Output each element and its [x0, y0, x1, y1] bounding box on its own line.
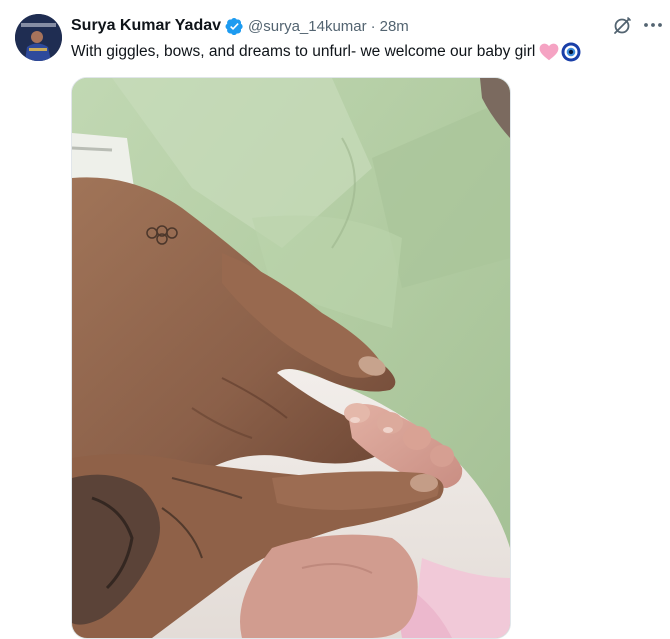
tweet-text-content: With giggles, bows, and dreams to unfurl… [71, 43, 536, 60]
grok-icon[interactable] [612, 16, 632, 36]
pink-heart-icon [539, 43, 559, 61]
author-handle[interactable]: @surya_14kumar [248, 18, 367, 35]
verified-badge-icon [225, 17, 244, 36]
tweet[interactable]: Surya Kumar Yadav @surya_14kumar · 28m W… [0, 0, 670, 639]
tweet-header: Surya Kumar Yadav @surya_14kumar · 28m [71, 15, 409, 37]
separator-dot: · [370, 17, 376, 35]
photo-baby-hand-holding [72, 78, 510, 638]
nazar-amulet-icon [561, 42, 581, 62]
more-options-icon[interactable] [642, 14, 664, 36]
tweet-timestamp[interactable]: 28m [380, 18, 409, 35]
avatar-image [15, 14, 62, 61]
author-name[interactable]: Surya Kumar Yadav [71, 17, 221, 35]
avatar[interactable] [15, 14, 62, 61]
tweet-text: With giggles, bows, and dreams to unfurl… [71, 41, 581, 63]
tweet-photo[interactable] [71, 77, 511, 639]
